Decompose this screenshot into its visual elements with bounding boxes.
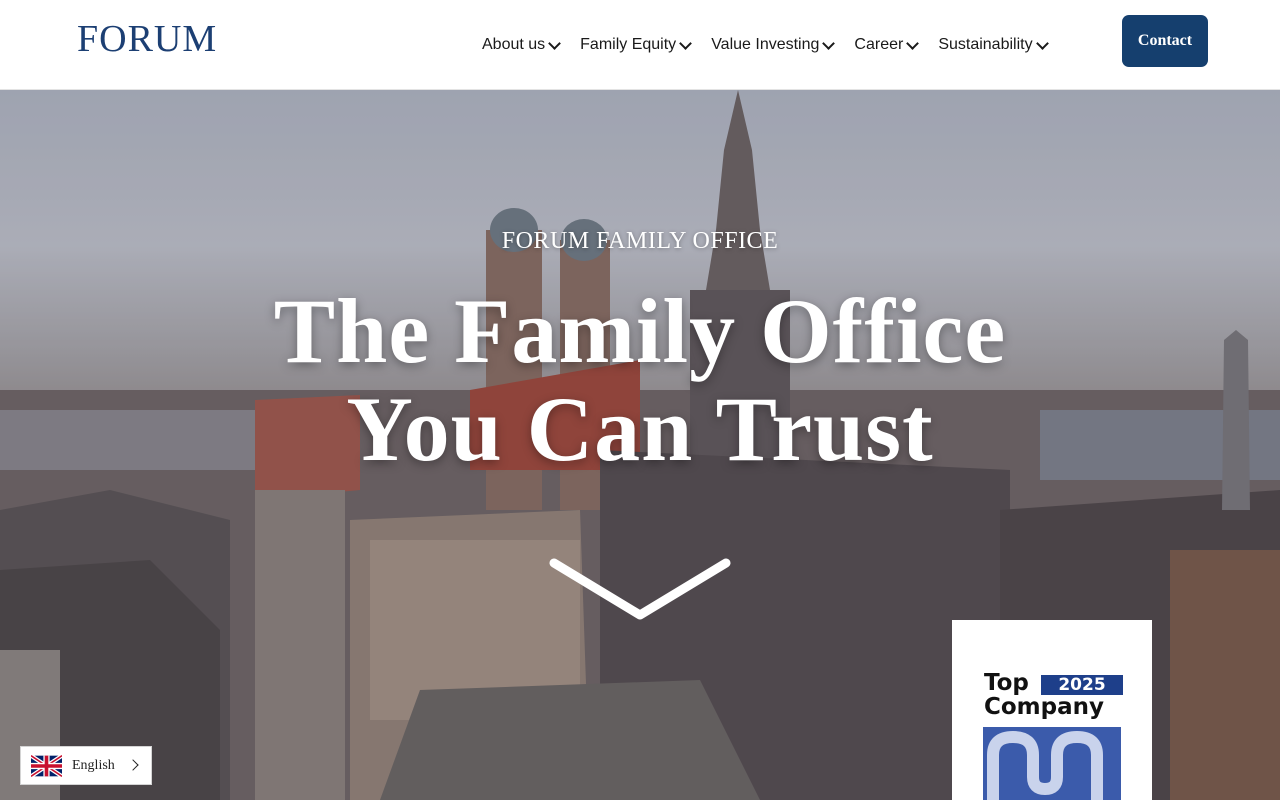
hero-eyebrow: FORUM FAMILY OFFICE <box>501 228 779 254</box>
contact-button[interactable]: Contact <box>1122 15 1208 67</box>
language-label: English <box>72 757 115 773</box>
chevron-down-icon <box>822 36 836 50</box>
headline-line-2: You Can Trust <box>346 378 934 480</box>
top-company-badge[interactable]: Top 2025 Company <box>952 620 1152 800</box>
badge-year: 2025 <box>1041 675 1123 695</box>
hero-headline: The Family Office You Can Trust <box>0 282 1280 478</box>
nav-label: Career <box>854 36 904 53</box>
forum-logo[interactable]: FORUM <box>77 19 217 59</box>
nav-sustainability[interactable]: Sustainability <box>938 34 1049 56</box>
nav-career[interactable]: Career <box>854 34 920 56</box>
chevron-down-icon <box>906 36 920 50</box>
chevron-down-icon <box>1035 36 1049 50</box>
nav-label: Family Equity <box>580 36 677 53</box>
headline-line-1: The Family Office <box>273 280 1007 382</box>
nav-family-equity[interactable]: Family Equity <box>580 34 693 56</box>
language-selector[interactable]: English <box>20 746 152 785</box>
site-header: FORUM About us Family Equity Value Inves… <box>0 0 1280 90</box>
nav-label: About us <box>482 36 546 53</box>
main-nav: About us Family Equity Value Investing C… <box>482 34 1068 56</box>
nav-label: Sustainability <box>938 36 1033 53</box>
badge-logo-graphic <box>983 727 1121 800</box>
badge-content: Top 2025 Company <box>976 667 1128 800</box>
nav-about-us[interactable]: About us <box>482 34 562 56</box>
chevron-right-icon <box>127 759 139 771</box>
badge-top-text: Top <box>984 670 1029 696</box>
chevron-down-icon <box>679 36 693 50</box>
scroll-down-chevron-icon[interactable] <box>548 557 732 623</box>
badge-company-text: Company <box>984 694 1104 720</box>
uk-flag-icon <box>31 754 62 777</box>
chevron-down-icon <box>548 36 562 50</box>
nav-value-investing[interactable]: Value Investing <box>711 34 836 56</box>
nav-label: Value Investing <box>711 36 820 53</box>
